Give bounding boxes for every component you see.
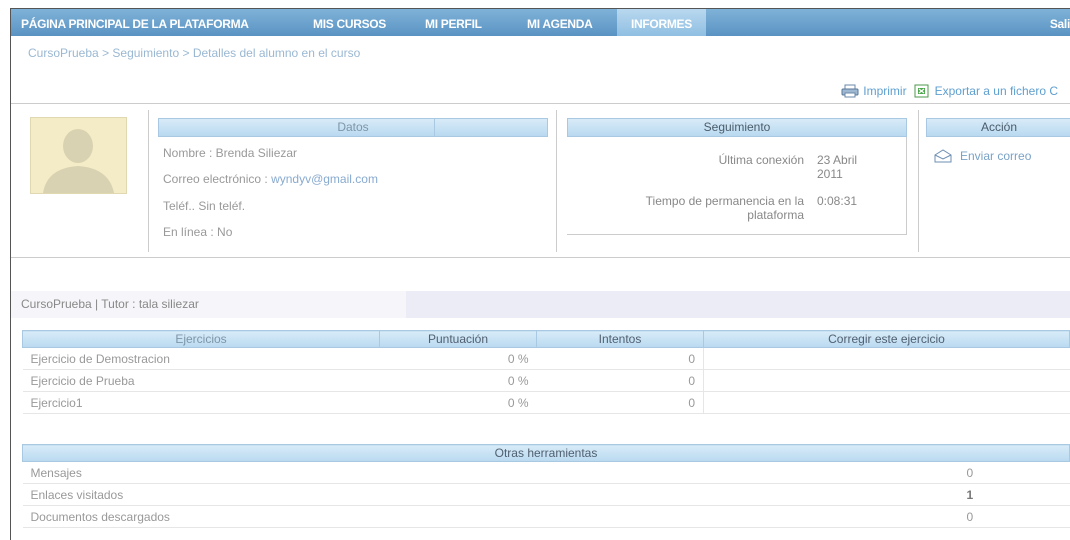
table-header-row: Ejercicios Puntuación Intentos Corregir … xyxy=(22,330,1070,348)
breadcrumb: CursoPrueba > Seguimiento > Detalles del… xyxy=(28,46,361,60)
exercise-name[interactable]: Ejercicio1 xyxy=(22,391,380,414)
tool-count: 0 xyxy=(958,461,1070,484)
accion-header: Acción xyxy=(926,118,1070,137)
tool-count: 0 xyxy=(958,505,1070,528)
other-tools-table: Otras herramientas Mensajes 0 Enlaces vi… xyxy=(22,444,1070,528)
tool-name: Mensajes xyxy=(22,461,959,484)
nav-home[interactable]: PÁGINA PRINCIPAL DE LA PLATAFORMA xyxy=(21,9,249,36)
datos-header: Datos xyxy=(158,118,548,137)
course-title: CursoPrueba | Tutor : tala siliezar xyxy=(21,297,199,311)
exercise-name[interactable]: Ejercicio de Prueba xyxy=(22,369,380,392)
divider xyxy=(11,103,1070,104)
col-corregir: Corregir este ejercicio xyxy=(703,330,1070,348)
exercise-correct xyxy=(703,369,1070,392)
exercise-score: 0 % xyxy=(379,369,537,392)
send-email-button[interactable]: Enviar correo xyxy=(934,149,1031,163)
table-row: Ejercicio1 0 % 0 xyxy=(22,391,1070,414)
student-phone: Teléf.. Sin teléf. xyxy=(163,199,246,213)
datos-header-label: Datos xyxy=(337,120,369,134)
nav-my-agenda[interactable]: MI AGENDA xyxy=(527,9,593,36)
exercise-attempts: 0 xyxy=(536,347,704,370)
exercise-correct xyxy=(703,391,1070,414)
send-email-label: Enviar correo xyxy=(960,149,1032,163)
divider xyxy=(906,137,907,234)
student-online-status: En línea : No xyxy=(163,225,233,239)
student-email: Correo electrónico : wyndyv@gmail.com xyxy=(163,172,378,186)
accion-header-label: Acción xyxy=(980,120,1018,134)
col-ejercicios: Ejercicios xyxy=(22,330,380,348)
divider xyxy=(11,257,1070,258)
tool-name: Documentos descargados xyxy=(22,505,959,528)
envelope-icon xyxy=(934,149,952,163)
export-button[interactable]: Exportar a un fichero C xyxy=(913,84,1058,98)
table-header-row: Otras herramientas xyxy=(22,444,1070,462)
nav-my-courses[interactable]: MIS CURSOS xyxy=(313,9,386,36)
print-label: Imprimir xyxy=(863,84,907,98)
tool-name: Enlaces visitados xyxy=(22,483,959,506)
exercise-name[interactable]: Ejercicio de Demostracion xyxy=(22,347,380,370)
exercise-attempts: 0 xyxy=(536,369,704,392)
exercise-score: 0 % xyxy=(379,347,537,370)
exercise-correct xyxy=(703,347,1070,370)
table-row: Mensajes 0 xyxy=(22,461,1070,484)
seguimiento-header-label: Seguimiento xyxy=(703,120,771,134)
exercise-score: 0 % xyxy=(379,391,537,414)
export-label: Exportar a un fichero C xyxy=(934,84,1058,98)
divider xyxy=(567,234,907,235)
seguimiento-header: Seguimiento xyxy=(567,118,907,137)
table-row: Documentos descargados 0 xyxy=(22,505,1070,528)
print-button[interactable]: Imprimir xyxy=(841,84,907,98)
nav-reports[interactable]: INFORMES xyxy=(617,9,706,36)
divider xyxy=(556,110,557,252)
avatar xyxy=(30,117,127,194)
time-on-platform-label: Tiempo de permanencia en la plataforma xyxy=(645,194,804,222)
email-label: Correo electrónico : xyxy=(163,172,268,186)
spreadsheet-icon xyxy=(914,84,929,98)
tool-count: 1 xyxy=(958,483,1070,506)
table-row: Ejercicio de Demostracion 0 % 0 xyxy=(22,347,1070,370)
nav-logout[interactable]: Sali xyxy=(1050,9,1070,36)
col-puntuacion: Puntuación xyxy=(379,330,537,348)
printer-icon xyxy=(841,84,859,98)
exercises-table: Ejercicios Puntuación Intentos Corregir … xyxy=(22,330,1070,414)
divider xyxy=(918,110,919,252)
user-silhouette-icon xyxy=(43,129,114,193)
col-intentos: Intentos xyxy=(536,330,704,348)
divider xyxy=(434,118,435,137)
student-name: Nombre : Brenda Siliezar xyxy=(163,146,298,160)
table-row: Ejercicio de Prueba 0 % 0 xyxy=(22,369,1070,392)
email-link[interactable]: wyndyv@gmail.com xyxy=(271,172,378,186)
breadcrumb-course[interactable]: CursoPrueba xyxy=(28,46,99,60)
breadcrumb-current: Detalles del alumno en el curso xyxy=(192,46,361,60)
top-navigation: PÁGINA PRINCIPAL DE LA PLATAFORMA MIS CU… xyxy=(11,9,1070,36)
course-bar: CursoPrueba | Tutor : tala siliezar xyxy=(11,291,1070,318)
nav-my-profile[interactable]: MI PERFIL xyxy=(425,9,482,36)
other-tools-header: Otras herramientas xyxy=(22,444,1070,462)
exercise-attempts: 0 xyxy=(536,391,704,414)
time-on-platform-value: 0:08:31 xyxy=(817,194,858,208)
toolbar: Imprimir Exportar a un fichero C xyxy=(841,84,1058,98)
last-connection-value: 23 Abril 2011 xyxy=(817,153,858,181)
last-connection-label: Última conexión xyxy=(718,153,804,167)
breadcrumb-tracking[interactable]: Seguimiento xyxy=(112,46,179,60)
divider xyxy=(148,110,149,252)
table-row: Enlaces visitados 1 xyxy=(22,483,1070,506)
